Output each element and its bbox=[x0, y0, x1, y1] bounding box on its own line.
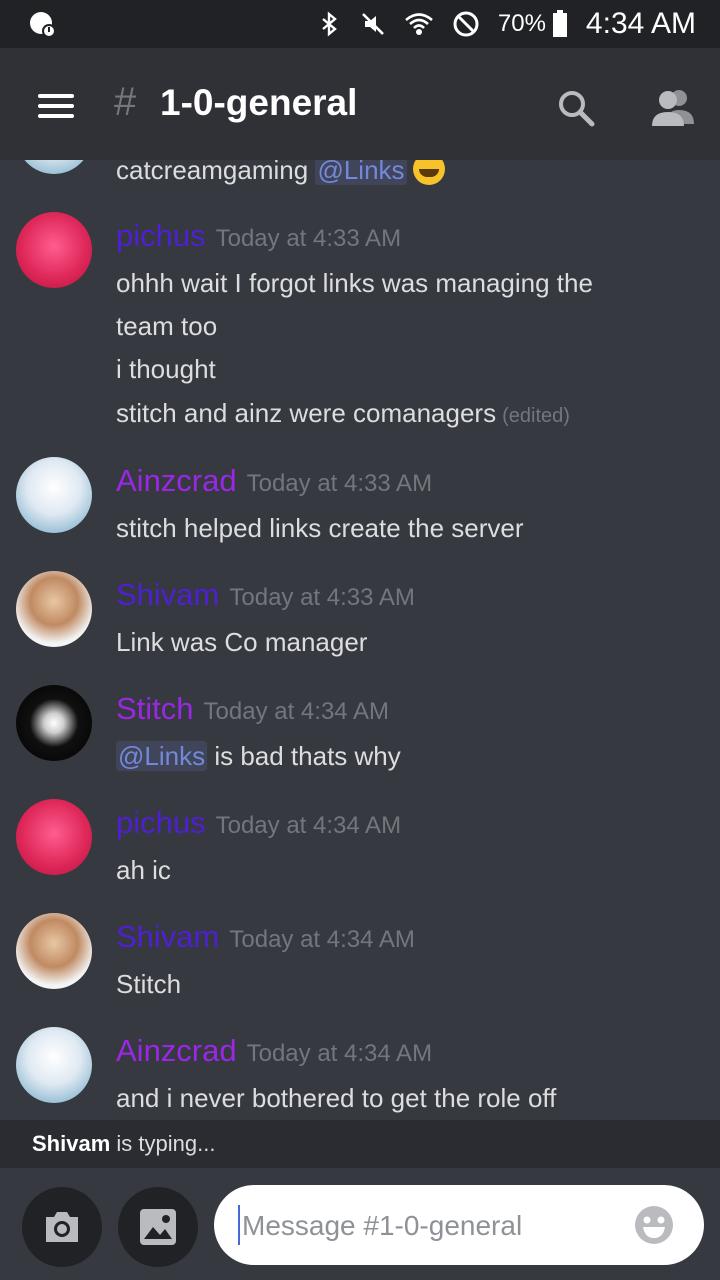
username[interactable]: Ainzcrad bbox=[116, 1033, 237, 1068]
message-header: Stitch Today at 4:34 AM bbox=[116, 691, 389, 727]
message-text: Link was Co manager bbox=[116, 627, 368, 657]
username[interactable]: Stitch bbox=[116, 691, 194, 726]
timestamp: Today at 4:34 AM bbox=[229, 926, 415, 953]
message-input[interactable] bbox=[240, 1205, 624, 1247]
message-header: pichus Today at 4:34 AM bbox=[116, 805, 401, 841]
camera-button[interactable] bbox=[22, 1187, 102, 1267]
wifi-icon bbox=[405, 13, 433, 35]
status-bar: 70% 4:34 AM bbox=[0, 0, 720, 48]
battery-icon bbox=[552, 10, 567, 37]
grinning-emoji-icon bbox=[412, 160, 445, 185]
hash-icon: # bbox=[114, 80, 137, 124]
channel-title: 1-0-general bbox=[160, 82, 358, 123]
message-text: stitch helped links create the server bbox=[116, 513, 524, 543]
message-header: Shivam Today at 4:34 AM bbox=[116, 919, 415, 955]
avatar[interactable] bbox=[16, 160, 92, 174]
camera-icon bbox=[46, 1212, 78, 1242]
clock: 4:34 AM bbox=[585, 7, 696, 40]
message-text: ah ic bbox=[116, 855, 171, 885]
message-text: and i never bothered to get the role off bbox=[116, 1083, 557, 1113]
message-box[interactable] bbox=[214, 1185, 704, 1265]
typing-indicator: Shivam is typing... bbox=[0, 1120, 720, 1168]
timestamp: Today at 4:33 AM bbox=[215, 225, 402, 252]
avatar[interactable] bbox=[16, 571, 92, 647]
message-text: stitch and ainz were comanagers (edited) bbox=[116, 398, 570, 428]
typing-text: is typing... bbox=[116, 1131, 216, 1156]
message-text: ohhh wait I forgot links was managing th… bbox=[116, 268, 593, 298]
typing-user: Shivam bbox=[32, 1131, 111, 1156]
message-header: pichus Today at 4:33 AM bbox=[116, 218, 401, 254]
avatar[interactable] bbox=[16, 1027, 92, 1103]
avatar[interactable] bbox=[16, 685, 92, 761]
timestamp: Today at 4:34 AM bbox=[215, 812, 402, 839]
message-text: team too bbox=[116, 311, 218, 341]
message-text: i thought bbox=[116, 354, 216, 384]
menu-icon[interactable] bbox=[38, 94, 74, 118]
bluetooth-icon bbox=[322, 11, 337, 37]
avatar[interactable] bbox=[16, 457, 92, 533]
timestamp: Today at 4:33 AM bbox=[246, 470, 433, 497]
avatar[interactable] bbox=[16, 913, 92, 989]
members-icon[interactable] bbox=[650, 86, 696, 128]
username[interactable]: Shivam bbox=[116, 577, 219, 612]
message-text: @Links is bad thats why bbox=[116, 741, 401, 771]
do-not-disturb-icon bbox=[453, 11, 479, 37]
message-text: Stitch bbox=[116, 969, 182, 999]
message-header: Ainzcrad Today at 4:34 AM bbox=[116, 1033, 432, 1069]
composer-bar bbox=[0, 1168, 720, 1280]
username[interactable]: Shivam bbox=[116, 919, 219, 954]
message-list[interactable]: catcreamgaming @Links pichus Today at 4:3… bbox=[0, 160, 720, 1120]
username[interactable]: pichus bbox=[116, 805, 206, 840]
image-upload-button[interactable] bbox=[118, 1187, 198, 1267]
edited-label: (edited) bbox=[502, 405, 570, 427]
avatar[interactable] bbox=[16, 799, 92, 875]
search-icon[interactable] bbox=[556, 88, 596, 128]
timestamp: Today at 4:33 AM bbox=[229, 584, 415, 611]
avatar[interactable] bbox=[16, 212, 92, 288]
timestamp: Today at 4:34 AM bbox=[203, 698, 389, 725]
emoji-picker-icon[interactable] bbox=[634, 1205, 674, 1245]
username[interactable]: pichus bbox=[116, 218, 206, 253]
mention[interactable]: @Links bbox=[116, 741, 208, 771]
username[interactable]: Ainzcrad bbox=[116, 463, 237, 498]
notification-icon bbox=[30, 12, 56, 38]
message-header: Shivam Today at 4:33 AM bbox=[116, 577, 415, 613]
channel-header: # 1-0-general bbox=[0, 48, 720, 160]
mention[interactable]: @Links bbox=[315, 160, 407, 185]
battery-percent: 70% bbox=[497, 10, 546, 37]
image-icon bbox=[140, 1209, 176, 1245]
mute-icon bbox=[361, 13, 384, 35]
message-header: Ainzcrad Today at 4:33 AM bbox=[116, 463, 432, 499]
message-text: catcreamgaming @Links bbox=[116, 160, 445, 186]
timestamp: Today at 4:34 AM bbox=[246, 1040, 433, 1067]
